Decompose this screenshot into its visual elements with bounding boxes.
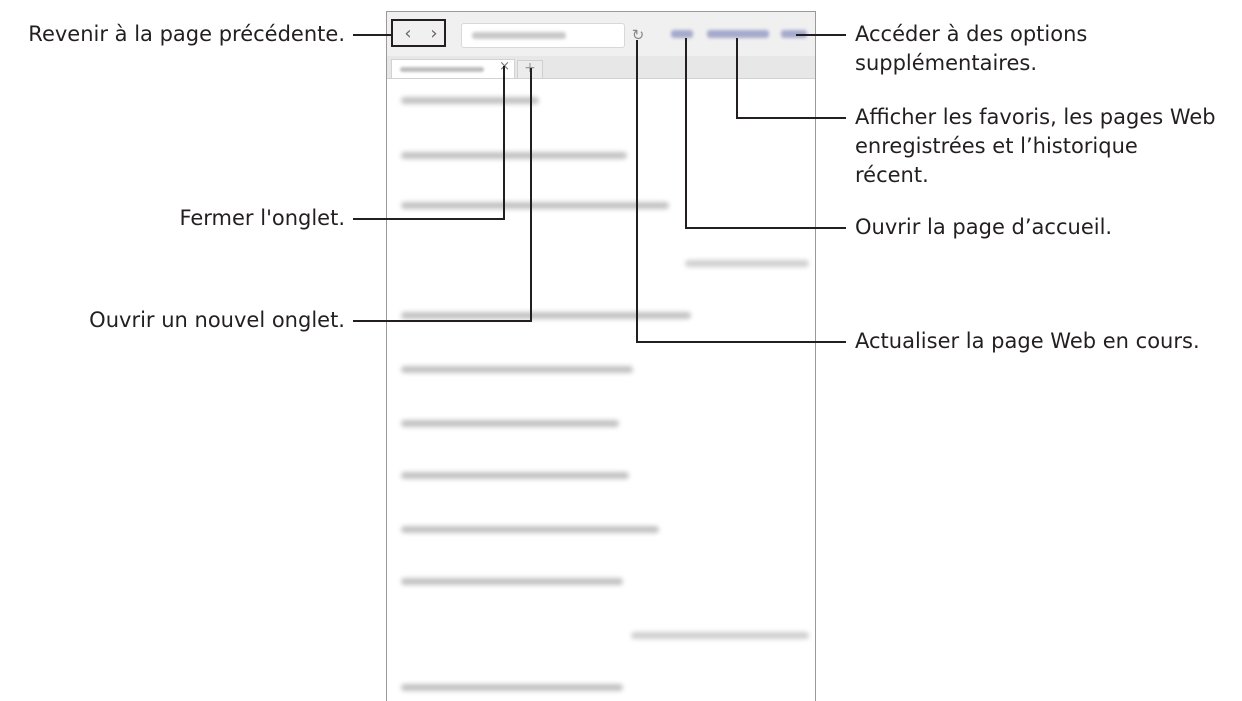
- content-line: [401, 526, 659, 533]
- url-text-blurred: [472, 32, 566, 39]
- callout-more-options-line1: Accéder à des options: [855, 22, 1088, 46]
- content-line: [401, 97, 539, 104]
- callout-home: Ouvrir la page d’accueil.: [855, 215, 1113, 239]
- leader-line: [353, 34, 392, 36]
- callout-more-options: Accéder à des options supplémentaires.: [855, 20, 1087, 78]
- leader-line: [530, 68, 532, 321]
- callout-bookmarks-line3: récent.: [855, 163, 929, 187]
- content-line: [401, 202, 669, 209]
- content-line: [631, 632, 809, 639]
- callout-bookmarks-line1: Afficher les favoris, les pages Web: [855, 105, 1216, 129]
- leader-line: [685, 38, 687, 229]
- nav-highlight-box: [391, 19, 446, 47]
- callout-new-tab: Ouvrir un nouvel onglet.: [89, 308, 345, 332]
- tab-title-blurred: [400, 67, 484, 72]
- content-line: [401, 366, 633, 373]
- content-line: [685, 260, 809, 267]
- callout-bookmarks-line2: enregistrées et l’historique: [855, 134, 1138, 158]
- leader-line: [736, 38, 738, 119]
- leader-line: [353, 218, 505, 220]
- content-line: [401, 420, 619, 427]
- tab-bar: × +: [387, 56, 815, 79]
- browser-toolbar: ‹ › ↻: [387, 12, 815, 56]
- callout-bookmarks: Afficher les favoris, les pages Web enre…: [855, 103, 1216, 190]
- address-bar[interactable]: [461, 23, 625, 48]
- leader-line: [685, 227, 846, 229]
- callout-close-tab: Fermer l'onglet.: [179, 206, 345, 230]
- bookmarks-button[interactable]: [707, 30, 769, 38]
- content-line: [401, 312, 691, 319]
- leader-line: [353, 320, 532, 322]
- callout-refresh: Actualiser la page Web en cours.: [855, 329, 1200, 353]
- refresh-button[interactable]: ↻: [627, 23, 649, 48]
- content-line: [401, 472, 629, 479]
- leader-line: [796, 34, 846, 36]
- browser-tab[interactable]: ×: [391, 59, 515, 78]
- leader-line: [636, 40, 638, 342]
- content-line: [401, 578, 623, 585]
- leader-line: [736, 117, 846, 119]
- leader-line: [636, 341, 846, 343]
- home-button[interactable]: [671, 30, 693, 38]
- callout-more-options-line2: supplémentaires.: [855, 51, 1037, 75]
- leader-line: [503, 66, 505, 219]
- content-line: [401, 152, 627, 159]
- callout-back: Revenir à la page précédente.: [28, 22, 345, 46]
- browser-screen: ‹ › ↻ × +: [386, 11, 816, 701]
